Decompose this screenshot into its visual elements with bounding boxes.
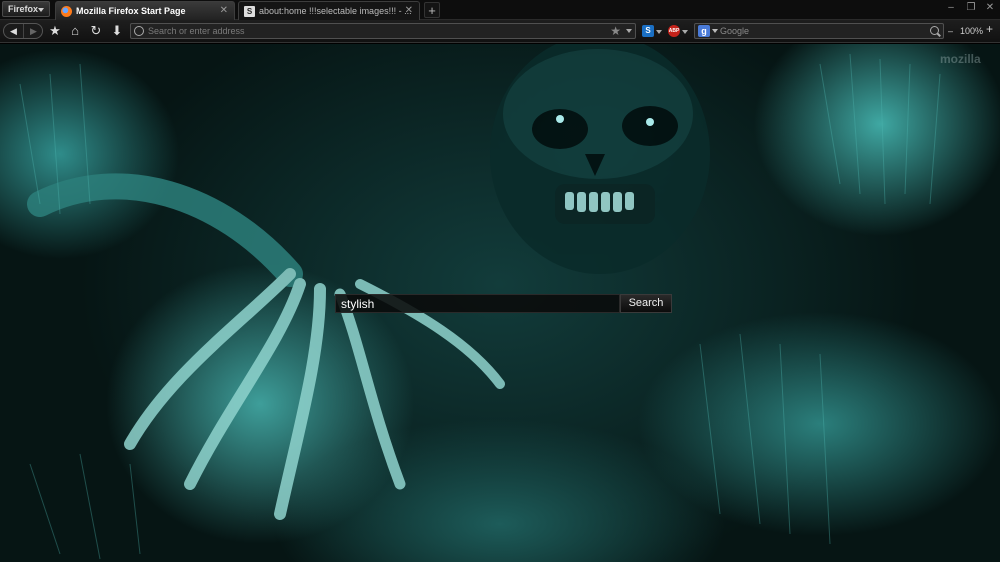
search-bar[interactable]: g	[694, 23, 944, 39]
search-icon[interactable]	[930, 26, 939, 35]
start-page-search-form: Search	[335, 294, 672, 313]
skull-image	[490, 44, 710, 274]
zoom-in-button[interactable]: +	[986, 22, 993, 36]
chevron-down-icon[interactable]	[712, 29, 718, 33]
page-content: mozilla Search	[0, 44, 1000, 562]
chevron-down-icon	[38, 8, 44, 12]
addon-s-icon[interactable]: S	[642, 25, 654, 37]
history-dropdown-icon[interactable]	[626, 29, 632, 33]
bookmark-star-icon[interactable]: ★	[47, 23, 63, 39]
globe-icon	[134, 26, 144, 36]
address-input[interactable]	[148, 24, 588, 38]
bookmark-star-icon[interactable]: ★	[610, 24, 621, 38]
navigation-toolbar: ◀ ▶ ★ ⌂ ↻ ⬇ ★ S ABP g – 100% +	[0, 20, 1000, 43]
tab-label: Mozilla Firefox Start Page	[76, 6, 186, 16]
forward-button[interactable]: ▶	[24, 24, 43, 38]
search-engine-input[interactable]	[720, 24, 920, 38]
zoom-out-button[interactable]: –	[948, 24, 953, 38]
search-button[interactable]: Search	[620, 294, 672, 313]
tab-label: about:home !!!selectable images!!! - ...	[259, 6, 412, 16]
google-icon[interactable]: g	[698, 25, 710, 37]
close-window-button[interactable]: ✕	[982, 2, 998, 13]
tab-about-home[interactable]: S about:home !!!selectable images!!! - .…	[238, 1, 420, 20]
start-page-search-input[interactable]	[335, 294, 620, 313]
stylish-icon: S	[244, 6, 255, 17]
download-icon[interactable]: ⬇	[109, 23, 125, 39]
firefox-menu-button[interactable]: Firefox	[2, 1, 50, 17]
firefox-menu-label: Firefox	[8, 4, 39, 14]
chevron-down-icon[interactable]	[656, 30, 662, 34]
zoom-level[interactable]: 100%	[960, 24, 983, 38]
minimize-button[interactable]: –	[943, 2, 959, 13]
home-icon[interactable]: ⌂	[67, 23, 83, 39]
maximize-button[interactable]: ❐	[963, 2, 979, 13]
chevron-down-icon[interactable]	[682, 30, 688, 34]
back-forward-group: ◀ ▶	[3, 23, 43, 39]
mozilla-watermark: mozilla	[940, 52, 981, 66]
close-icon[interactable]: ✕	[220, 5, 228, 16]
tab-firefox-start-page[interactable]: Mozilla Firefox Start Page ✕	[55, 1, 235, 20]
claw-hand-image	[27, 173, 505, 520]
close-icon[interactable]: ✕	[405, 5, 413, 16]
tab-strip: Firefox Mozilla Firefox Start Page ✕ S a…	[0, 0, 1000, 20]
back-button[interactable]: ◀	[4, 24, 24, 38]
adblock-icon[interactable]: ABP	[668, 25, 680, 37]
reload-icon[interactable]: ↻	[88, 23, 104, 39]
address-bar[interactable]: ★	[130, 23, 636, 39]
new-tab-button[interactable]: +	[424, 2, 440, 18]
firefox-icon	[61, 6, 72, 17]
